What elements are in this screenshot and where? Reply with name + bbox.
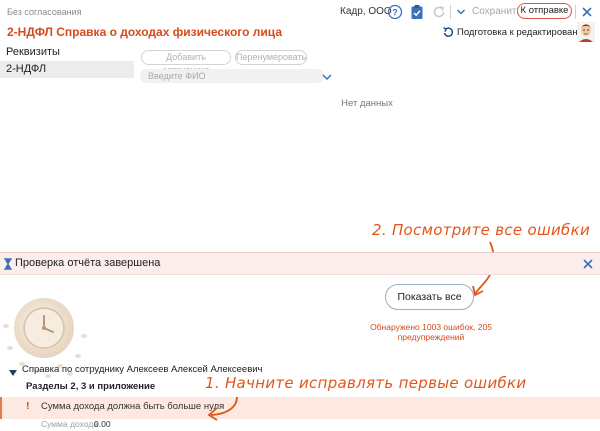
check-summary: Обнаружено 1003 ошибок, 205 предупрежден…	[370, 322, 492, 342]
top-bar: Без согласования Кадр, ООО ? Сохранить К…	[0, 0, 600, 24]
send-button[interactable]: К отправке	[517, 3, 572, 19]
prepare-edit-label: Подготовка к редактированию	[457, 26, 591, 38]
add-employee-button[interactable]: Добавить сотрудника	[141, 50, 231, 75]
hourglass-icon	[3, 258, 13, 270]
show-all-button[interactable]: Показать все	[385, 284, 474, 310]
avatar[interactable]	[577, 22, 595, 42]
sidebar-item-requisites[interactable]: Реквизиты	[0, 44, 134, 61]
detail-label: Сумма дохода	[41, 419, 99, 429]
annotation-step2: 2. Посмотрите все ошибки	[372, 221, 591, 239]
error-exclamation-icon: !	[26, 400, 30, 412]
toolbar-divider	[575, 5, 576, 19]
prepare-edit-link[interactable]: Подготовка к редактированию	[442, 26, 590, 38]
document-title-bar: 2-НДФЛ Справка о доходах физического лиц…	[0, 24, 600, 42]
approval-status[interactable]: Без согласования	[7, 7, 81, 17]
sidebar: Реквизиты 2-НДФЛ	[0, 42, 134, 252]
check-results-panel: Проверка отчёта завершена Показать все О…	[0, 252, 600, 431]
redo-arrow-icon	[443, 27, 454, 37]
save-button[interactable]: Сохранить	[472, 6, 522, 17]
chevron-down-icon[interactable]	[452, 3, 470, 21]
detail-value: 0.00	[94, 419, 111, 429]
error-item[interactable]: ! Сумма дохода должна быть больше нуля	[0, 397, 600, 419]
page-title: 2-НДФЛ Справка о доходах физического лиц…	[7, 25, 282, 39]
search-input[interactable]	[140, 69, 324, 83]
error-detail: Сумма дохода 0.00	[0, 419, 600, 431]
sections-group-title: Разделы 2, 3 и приложение	[26, 381, 156, 392]
svg-text:?: ?	[392, 8, 398, 18]
error-message: Сумма дохода должна быть больше нуля	[41, 401, 225, 412]
annotation-step1: 1. Начните исправлять первые ошибки	[205, 374, 527, 392]
help-icon[interactable]: ?	[386, 3, 404, 21]
check-panel-title: Проверка отчёта завершена	[15, 257, 161, 269]
annotation-arrow-icon	[207, 396, 238, 421]
organization-name[interactable]: Кадр, ООО	[340, 6, 392, 17]
check-panel-header: Проверка отчёта завершена	[0, 253, 600, 275]
close-icon[interactable]	[580, 256, 596, 272]
renumber-button[interactable]: Перенумеровать	[235, 50, 307, 65]
refresh-icon[interactable]	[430, 3, 448, 21]
chevron-down-icon[interactable]	[320, 70, 334, 84]
caret-down-icon[interactable]	[9, 367, 17, 376]
clipboard-check-icon[interactable]	[408, 3, 426, 21]
sidebar-item-2ndfl[interactable]: 2-НДФЛ	[0, 61, 134, 78]
close-icon[interactable]	[578, 3, 596, 21]
empty-state-text: Нет данных	[341, 98, 393, 109]
toolbar-divider	[450, 5, 451, 19]
